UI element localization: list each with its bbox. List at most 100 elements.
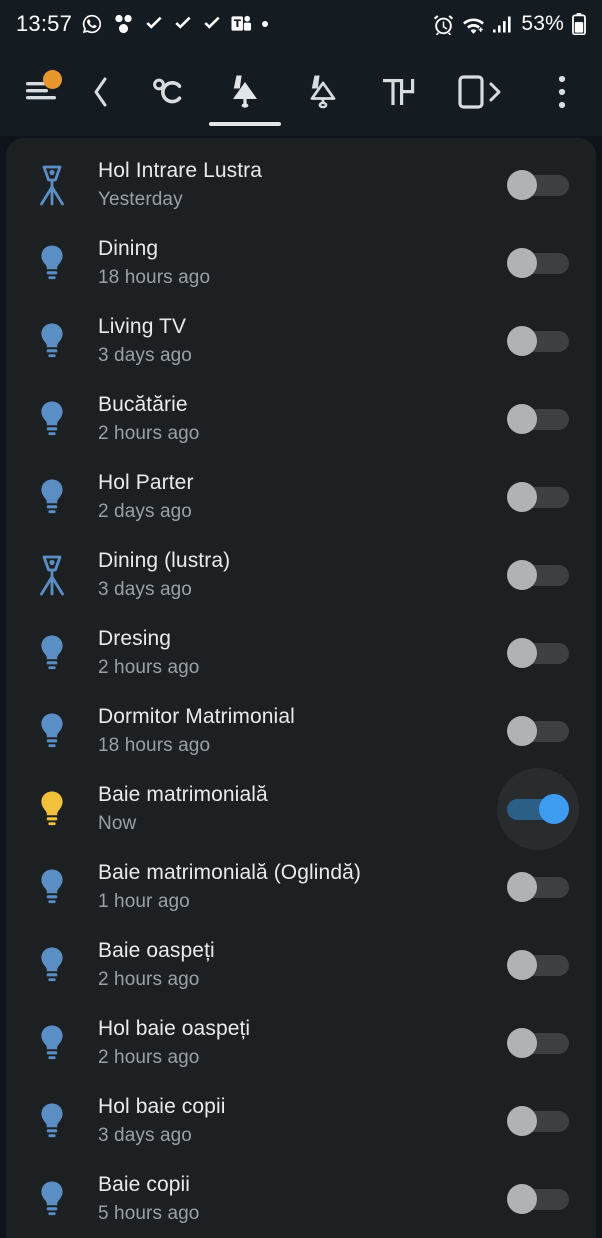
- lamp-outline-icon: [310, 75, 336, 109]
- device-toggle[interactable]: [507, 950, 569, 980]
- device-icon: [6, 321, 98, 361]
- device-name: Hol Intrare Lustra: [98, 158, 263, 182]
- device-icon: [6, 477, 98, 517]
- device-text: Living TV 3 days ago: [98, 315, 490, 368]
- device-toggle[interactable]: [507, 248, 569, 278]
- device-toggle[interactable]: [507, 716, 569, 746]
- device-icon: [6, 1101, 98, 1141]
- device-row[interactable]: Dining (lustra) 3 days ago: [6, 536, 596, 614]
- toggle-thumb: [507, 1028, 537, 1058]
- check-icon: [146, 16, 162, 29]
- device-toggle-cell: [490, 768, 586, 850]
- battery-percentage: 53%: [521, 12, 564, 35]
- back-button[interactable]: [74, 48, 128, 136]
- device-icon: [6, 711, 98, 751]
- device-row[interactable]: Hol baie copii 3 days ago: [6, 1082, 596, 1160]
- bulb-icon: [41, 713, 63, 748]
- device-row[interactable]: Hol Intrare Lustra Yesterday: [6, 146, 596, 224]
- device-row[interactable]: Dresing 2 hours ago: [6, 614, 596, 692]
- bulb-icon: [41, 635, 63, 670]
- device-icon: [6, 633, 98, 673]
- device-name: Baie oaspeți: [98, 938, 215, 962]
- status-bar-clock: 13:57: [16, 11, 73, 36]
- device-row[interactable]: Baie matrimonială (Oglindă) 1 hour ago: [6, 848, 596, 926]
- device-text: Baie matrimonială (Oglindă) 1 hour ago: [98, 861, 490, 914]
- device-text: Baie copii 5 hours ago: [98, 1173, 490, 1226]
- ms-teams-icon: [231, 15, 252, 31]
- device-last-seen: 3 days ago: [98, 578, 192, 600]
- status-bar-left: 13:57: [16, 11, 433, 37]
- bulb-icon: [41, 245, 63, 280]
- toggle-thumb: [539, 794, 569, 824]
- device-toggle[interactable]: [507, 872, 569, 902]
- device-toggle-cell: [490, 170, 586, 200]
- device-name: Dresing: [98, 626, 172, 650]
- toggle-thumb: [507, 404, 537, 434]
- device-text: Dormitor Matrimonial 18 hours ago: [98, 705, 490, 758]
- menu-badge-dot: [43, 70, 62, 89]
- bulb-icon: [41, 947, 63, 982]
- device-row[interactable]: Bucătărie 2 hours ago: [6, 380, 596, 458]
- device-row[interactable]: Dining 18 hours ago: [6, 224, 596, 302]
- device-toggle[interactable]: [507, 638, 569, 668]
- device-row[interactable]: Baie matrimonială Now: [6, 768, 596, 850]
- device-toggle[interactable]: [507, 482, 569, 512]
- battery-icon: [572, 13, 586, 35]
- bulb-icon: [41, 791, 63, 826]
- device-toggle[interactable]: [507, 1106, 569, 1136]
- tab-lights-on[interactable]: [206, 48, 284, 136]
- wifi-icon: [463, 17, 485, 34]
- bulb-icon: [41, 479, 63, 514]
- whatsapp-icon: [82, 14, 102, 34]
- device-icon: [6, 867, 98, 907]
- temperature-celsius-icon: [153, 78, 182, 104]
- overflow-menu-button[interactable]: [536, 48, 588, 136]
- device-toggle[interactable]: [507, 794, 569, 824]
- app-toolbar: [0, 48, 602, 136]
- bulb-icon: [41, 1181, 63, 1216]
- toggle-thumb: [507, 872, 537, 902]
- status-bar: 13:57 53%: [0, 0, 602, 48]
- toggle-thumb: [507, 950, 537, 980]
- device-name: Dormitor Matrimonial: [98, 704, 295, 728]
- bulb-icon: [41, 1025, 63, 1060]
- device-toggle[interactable]: [507, 560, 569, 590]
- device-last-seen: 3 days ago: [98, 344, 192, 366]
- device-text: Baie oaspeți 2 hours ago: [98, 939, 490, 992]
- device-toggle[interactable]: [507, 1028, 569, 1058]
- tab-lights-off[interactable]: [284, 48, 362, 136]
- toggle-thumb: [507, 170, 537, 200]
- device-text: Hol baie copii 3 days ago: [98, 1095, 490, 1148]
- device-toggle-cell: [490, 716, 586, 746]
- device-toggle[interactable]: [507, 170, 569, 200]
- device-toggle[interactable]: [507, 404, 569, 434]
- device-row[interactable]: Hol baie oaspeți 2 hours ago: [6, 1004, 596, 1082]
- dot-icon: [262, 21, 269, 27]
- device-icon: [6, 243, 98, 283]
- tab-temperature[interactable]: [128, 48, 206, 136]
- toggle-thumb: [507, 326, 537, 356]
- device-row[interactable]: Baie copii 5 hours ago: [6, 1160, 596, 1238]
- device-row[interactable]: Baie oaspeți 2 hours ago: [6, 926, 596, 1004]
- menu-button[interactable]: [14, 48, 74, 136]
- device-text: Dining 18 hours ago: [98, 237, 490, 290]
- device-last-seen: 2 hours ago: [98, 968, 200, 990]
- device-icon: [6, 399, 98, 439]
- tab-text-height[interactable]: [362, 48, 440, 136]
- device-toggle[interactable]: [507, 326, 569, 356]
- device-toggle-cell: [490, 482, 586, 512]
- device-text: Dresing 2 hours ago: [98, 627, 490, 680]
- alarm-icon: [434, 14, 454, 35]
- device-row[interactable]: Living TV 3 days ago: [6, 302, 596, 380]
- device-last-seen: 2 hours ago: [98, 656, 200, 678]
- device-toggle-cell: [490, 872, 586, 902]
- device-row[interactable]: Dormitor Matrimonial 18 hours ago: [6, 692, 596, 770]
- device-row[interactable]: Hol Parter 2 days ago: [6, 458, 596, 536]
- check-icon: [204, 16, 220, 29]
- device-name: Bucătărie: [98, 392, 188, 416]
- device-toggle[interactable]: [507, 1184, 569, 1214]
- text-height-icon: [383, 79, 415, 105]
- device-toggle-cell: [490, 404, 586, 434]
- device-last-seen: Yesterday: [98, 188, 183, 210]
- tab-device[interactable]: [440, 48, 526, 136]
